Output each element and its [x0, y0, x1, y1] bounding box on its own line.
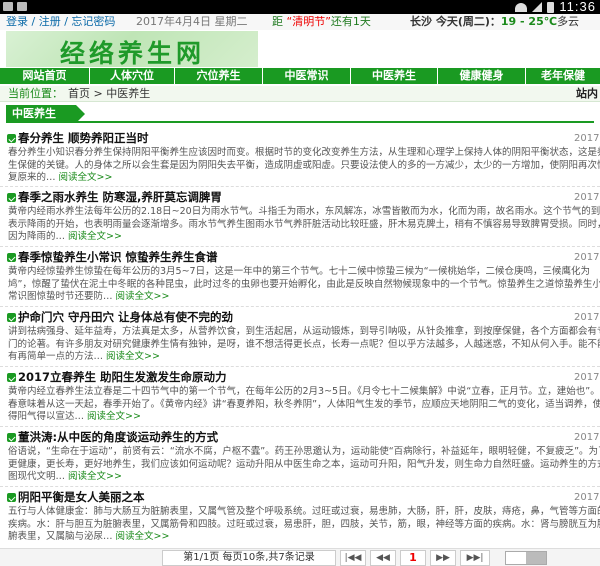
countdown-event: “清明节”	[286, 15, 331, 28]
current-page-number[interactable]: 1	[400, 550, 426, 566]
checkmark-icon	[7, 433, 16, 442]
article-item: 2017立春养生 助阳生发激发生命原动力 2017 黄帝内经立春养生法立春是二十…	[0, 369, 600, 427]
article-date: 2017	[574, 192, 600, 203]
nav-item-tcm-health[interactable]: 中医养生	[351, 68, 438, 84]
section-header: 中医养生	[6, 105, 594, 123]
checkmark-icon	[7, 134, 16, 143]
article-title[interactable]: 春分养生 顺势养阳正当时	[18, 131, 149, 146]
nav-item-home[interactable]: 网站首页	[0, 68, 90, 84]
article-summary: 俗语说，“生命在于运动”，前贤有云：“流水不腐，户枢不蠹”。药王孙思邈认为，运动…	[8, 446, 600, 484]
notification-icons	[3, 2, 27, 11]
article-date: 2017	[574, 133, 600, 144]
breadcrumb-trail: 首页 > 中医养生	[68, 86, 150, 102]
article-date: 2017	[574, 252, 600, 263]
site-header: 经络养生网	[0, 30, 600, 68]
nav-item-acupoint-health[interactable]: 穴位养生	[175, 68, 263, 84]
holiday-countdown: 距 “清明节”还有1天	[272, 14, 371, 30]
article-title[interactable]: 护命门穴 守丹田穴 让身体总有使不完的劲	[18, 310, 233, 325]
article-date: 2017	[574, 432, 600, 443]
read-more-link[interactable]: 阅读全文>>	[87, 411, 141, 422]
checkmark-icon	[7, 313, 16, 322]
read-more-link[interactable]: 阅读全文>>	[116, 291, 170, 302]
checkmark-icon	[7, 253, 16, 262]
article-date: 2017	[574, 372, 600, 383]
article-summary-text: 五行与人体健康金：肺与大肠互为脏腑表里，又属气管及整个呼吸系统。过旺或过衰，易患…	[8, 506, 600, 542]
current-date: 2017年4月4日 星期二	[136, 15, 248, 28]
countdown-suffix: 还有1天	[330, 15, 371, 28]
countdown-prefix: 距	[272, 15, 283, 28]
read-more-link[interactable]: 阅读全文>>	[106, 351, 160, 362]
status-indicators: 11:36	[515, 0, 596, 14]
article-title[interactable]: 阴阳平衡是女人美丽之本	[18, 490, 145, 505]
site-logo[interactable]: 经络养生网	[6, 31, 258, 68]
next-page-button[interactable]: ▶▶	[430, 550, 456, 566]
breadcrumb-label: 当前位置：	[8, 87, 63, 100]
article-summary: 讲到祛病强身、延年益寿，方法真是太多，从营养饮食，到生活起居，从运动锻炼，到导引…	[8, 326, 600, 364]
article-date: 2017	[574, 492, 600, 503]
first-page-button[interactable]: |◀◀	[340, 550, 366, 566]
nav-item-acupoints[interactable]: 人体穴位	[90, 68, 175, 84]
top-bar: 登录 / 注册 / 忘记密码 2017年4月4日 星期二 距 “清明节”还有1天…	[0, 14, 600, 30]
logo-text: 经络养生网	[60, 39, 206, 68]
read-more-link[interactable]: 阅读全文>>	[116, 531, 170, 542]
weather-temp: 19 - 25℃	[500, 15, 558, 28]
signal-icon	[532, 2, 543, 12]
pagination: 第1/1页 每页10条,共7条记录 |◀◀ ◀◀ 1 ▶▶ ▶▶|	[0, 548, 600, 566]
article-title[interactable]: 春季之雨水养生 防寒湿,养肝莫忘调脾胃	[18, 190, 222, 205]
article-item: 阴阳平衡是女人美丽之本 2017 五行与人体健康金：肺与大肠互为脏腑表里，又属气…	[0, 489, 600, 547]
article-summary: 五行与人体健康金：肺与大肠互为脏腑表里，又属气管及整个呼吸系统。过旺或过衰，易患…	[8, 506, 600, 544]
site-search-label: 站内	[576, 87, 598, 100]
article-item: 春季之雨水养生 防寒湿,养肝莫忘调脾胃 2017 黄帝内经雨水养生法每年公历的2…	[0, 189, 600, 247]
breadcrumb: 当前位置： 首页 > 中医养生 站内	[0, 86, 600, 102]
article-summary: 黄帝内经雨水养生法每年公历的2.18日~20日为雨水节气。斗指壬为雨水，东风解冻…	[8, 206, 600, 244]
weather-city-day: 长沙 今天(周二)：	[410, 15, 501, 28]
article-summary-text: 黄帝内经惊蛰养生惊蛰在每年公历的3月5~7日，这是一年中的第三个节气。七十二候中…	[8, 266, 600, 302]
article-title[interactable]: 2017立春养生 助阳生发激发生命原动力	[18, 370, 227, 385]
login-register-links[interactable]: 登录 / 注册 / 忘记密码	[6, 14, 115, 30]
read-more-link[interactable]: 阅读全文>>	[59, 172, 113, 183]
wifi-icon	[515, 2, 528, 12]
breadcrumb-home-link[interactable]: 首页	[68, 87, 90, 100]
nav-item-fitness[interactable]: 健康健身	[438, 68, 526, 84]
article-summary: 黄帝内经惊蛰养生惊蛰在每年公历的3月5~7日，这是一年中的第三个节气。七十二候中…	[8, 266, 600, 304]
notification-icon	[3, 2, 13, 11]
article-item: 董洪涛:从中医的角度谈运动养生的方式 2017 俗语说，“生命在于运动”，前贤有…	[0, 429, 600, 487]
last-page-button[interactable]: ▶▶|	[460, 550, 490, 566]
checkmark-icon	[7, 193, 16, 202]
breadcrumb-separator: >	[90, 87, 107, 100]
clock: 11:36	[559, 0, 596, 14]
article-item: 护命门穴 守丹田穴 让身体总有使不完的劲 2017 讲到祛病强身、延年益寿，方法…	[0, 309, 600, 367]
battery-icon	[547, 1, 555, 13]
nav-item-elderly-care[interactable]: 老年保健	[526, 68, 600, 84]
status-bar: 11:36	[0, 0, 600, 14]
article-summary: 春分养生小知识春分养生保持阴阳平衡养生应该因时而变。根据时节的变化改变养生方法，…	[8, 147, 600, 185]
prev-page-button[interactable]: ◀◀	[370, 550, 396, 566]
article-title[interactable]: 董洪涛:从中医的角度谈运动养生的方式	[18, 430, 218, 445]
article-title[interactable]: 春季惊蛰养生小常识 惊蛰养生养生食谱	[18, 250, 218, 265]
article-item: 春分养生 顺势养阳正当时 2017 春分养生小知识春分养生保持阴阳平衡养生应该因…	[0, 130, 600, 187]
article-item: 春季惊蛰养生小常识 惊蛰养生养生食谱 2017 黄帝内经惊蛰养生惊蛰在每年公历的…	[0, 249, 600, 307]
page-jump-select[interactable]	[505, 551, 547, 565]
read-more-link[interactable]: 阅读全文>>	[68, 231, 122, 242]
section-title: 中医养生	[6, 105, 85, 123]
notification-icon	[17, 2, 27, 11]
article-summary: 黄帝内经立春养生法立春是二十四节气中的第一个节气，在每年公历的2月3~5日。《月…	[8, 386, 600, 424]
pagination-info: 第1/1页 每页10条,共7条记录	[162, 550, 336, 566]
page: 11:36 登录 / 注册 / 忘记密码 2017年4月4日 星期二 距 “清明…	[0, 0, 600, 566]
breadcrumb-current: 中医养生	[106, 87, 151, 100]
article-date: 2017	[574, 312, 600, 323]
weather-desc: 多云	[557, 15, 580, 28]
read-more-link[interactable]: 阅读全文>>	[68, 471, 122, 482]
weather: 长沙 今天(周二)：19 - 25℃多云	[410, 14, 579, 30]
checkmark-icon	[7, 373, 16, 382]
article-summary-text: 讲到祛病强身、延年益寿，方法真是太多，从营养饮食，到生活起居，从运动锻炼，到导引…	[8, 326, 600, 362]
nav-item-tcm-knowledge[interactable]: 中医常识	[263, 68, 351, 84]
main-nav: 网站首页 人体穴位 穴位养生 中医常识 中医养生 健康健身 老年保健	[0, 68, 600, 84]
checkmark-icon	[7, 493, 16, 502]
